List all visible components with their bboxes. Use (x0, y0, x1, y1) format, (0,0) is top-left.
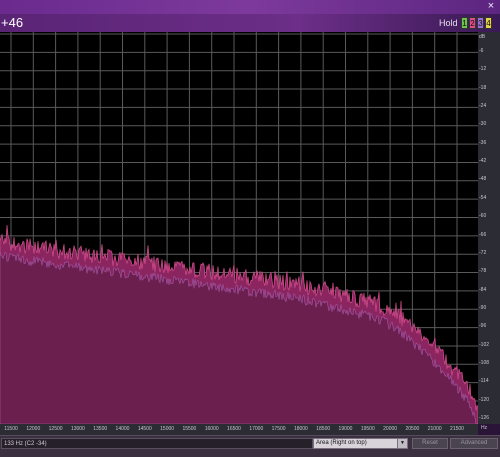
db-tick-label: -24 (479, 103, 487, 110)
hold-button-3[interactable]: 3 (477, 17, 484, 29)
hz-tick-label: 15000 (160, 426, 175, 432)
advanced-button[interactable]: Advanced (450, 438, 498, 449)
hz-tick-label: 17500 (271, 426, 286, 432)
display-mode-select[interactable]: Area (Right on top) ▼ (313, 438, 408, 449)
analyzer-header: +46 Hold 1 2 3 4 (0, 14, 500, 33)
note-readout: +46 (1, 15, 24, 30)
dropdown-arrow-icon[interactable]: ▼ (397, 439, 407, 448)
db-tick-label: -102 (479, 341, 490, 348)
hz-tick-label: 16000 (204, 426, 219, 432)
db-tick-label: -30 (479, 121, 487, 128)
db-tick-label: -42 (479, 158, 487, 165)
hz-tick-label: 12500 (48, 426, 63, 432)
db-tick-label: -18 (479, 84, 487, 91)
hz-tick-label: 11500 (4, 426, 18, 432)
hold-button-2[interactable]: 2 (469, 17, 476, 29)
hz-unit-label: Hz (481, 425, 488, 431)
hz-tick-label: 17000 (249, 426, 264, 432)
hold-label: Hold (439, 18, 458, 28)
db-tick-label: -114 (479, 378, 489, 385)
status-bar: 133 Hz (C2 -34) Area (Right on top) ▼ Re… (0, 435, 500, 457)
hz-tick-label: 20500 (405, 426, 420, 432)
reset-button[interactable]: Reset (412, 438, 448, 449)
db-tick-label: -12 (479, 66, 487, 73)
db-tick-label: -54 (479, 194, 487, 201)
hz-tick-label: 18500 (316, 426, 331, 432)
hz-tick-label: 13500 (93, 426, 108, 432)
hz-tick-label: 12000 (26, 426, 41, 432)
close-button[interactable]: × (485, 0, 497, 13)
db-tick-label: -120 (479, 396, 490, 403)
hz-tick-label: 15500 (182, 426, 197, 432)
hz-tick-label: 21500 (450, 426, 464, 432)
db-tick-label: -108 (479, 359, 490, 366)
hz-tick-label: 19500 (360, 426, 375, 432)
db-tick-label: -84 (479, 286, 487, 293)
display-mode-value: Area (Right on top) (316, 440, 367, 446)
hz-tick-label: 14500 (137, 426, 152, 432)
db-tick-label: -78 (479, 268, 487, 275)
db-tick-label: -126 (479, 415, 490, 421)
hold-button-4[interactable]: 4 (485, 17, 492, 29)
hz-axis: 11500 12000 12500 13000 13500 14000 14500 15000… (0, 424, 478, 435)
hz-tick-label: 21000 (427, 426, 442, 432)
db-tick-label: -96 (479, 323, 487, 330)
spectrum-svg (0, 32, 480, 425)
db-unit-label: dB (479, 34, 486, 40)
hold-button-1[interactable]: 1 (461, 17, 468, 29)
db-tick-label: -72 (479, 249, 487, 256)
db-tick-label: -90 (479, 304, 487, 311)
db-axis: dB -6 -12 -18 -24 -30 -36 -42 -48 -54 -60 -66 -72 -7… (478, 32, 500, 424)
hz-tick-label: 13000 (70, 426, 85, 432)
hz-tick-label: 14000 (115, 426, 130, 432)
db-tick-label: -60 (479, 213, 487, 220)
frequency-readout: 133 Hz (C2 -34) (1, 438, 313, 449)
hz-tick-label: 18000 (293, 426, 308, 432)
hz-tick-label: 19000 (338, 426, 353, 432)
hz-tick-label: 20000 (383, 426, 398, 432)
db-tick-label: -36 (479, 139, 487, 146)
db-tick-label: -48 (479, 176, 487, 183)
hz-tick-label: 16500 (227, 426, 241, 432)
window-title-bar: × (0, 0, 500, 14)
db-tick-label: -66 (479, 231, 487, 238)
db-tick-label: -6 (479, 48, 484, 54)
spectrum-plot[interactable] (0, 32, 480, 425)
